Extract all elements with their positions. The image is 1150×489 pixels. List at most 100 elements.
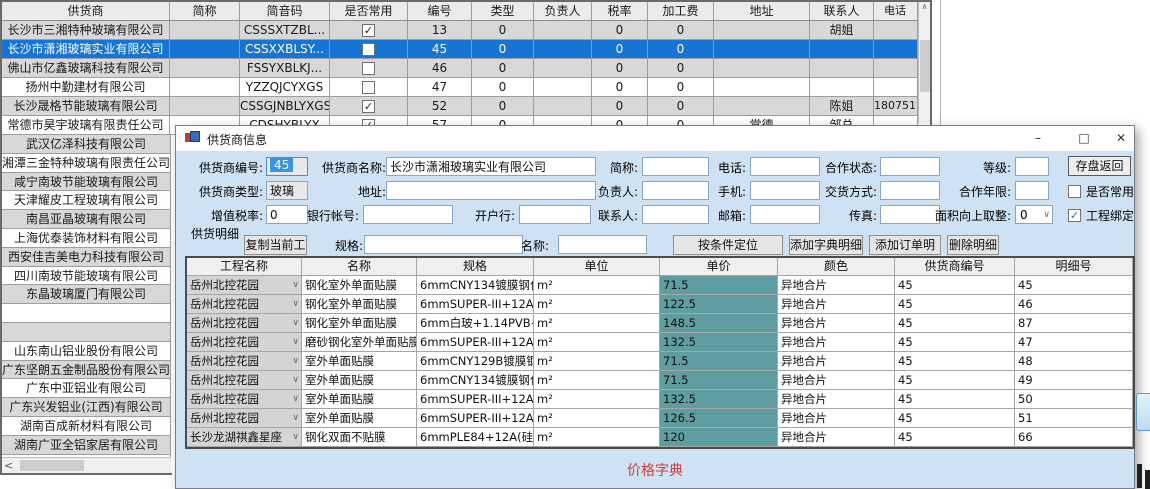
supplier-row[interactable]: 天津耀皮工程玻璃有限公司	[2, 191, 171, 210]
type-cell[interactable]: 0	[472, 78, 534, 97]
supplier-row[interactable]: 上海优泰装饰材料有限公司	[2, 229, 171, 248]
detail-no-cell[interactable]: 48	[1015, 352, 1133, 371]
process-fee-cell[interactable]: 0	[648, 97, 714, 116]
price-cell[interactable]: 71.5	[660, 276, 778, 295]
type-cell[interactable]: 0	[472, 97, 534, 116]
process-fee-cell[interactable]: 0	[648, 78, 714, 97]
supplier-row[interactable]: 南昌亚晶玻璃有限公司	[2, 210, 171, 229]
color-cell[interactable]: 异地合片	[778, 371, 895, 390]
is-common-checkbox-group[interactable]: 是否常用	[1068, 183, 1134, 200]
spec-cell[interactable]: 6mmPLE84+12A(硅酮胶...	[417, 428, 534, 447]
supplier-no-cell[interactable]: 45	[895, 428, 1015, 447]
short-name-cell[interactable]	[170, 78, 240, 97]
col-header-name[interactable]: 名称	[302, 258, 417, 276]
supplier-row[interactable]: 广东兴发铝业(江西)有限公司	[2, 398, 171, 417]
add-order-detail-button[interactable]: 添加订单明细	[869, 235, 941, 255]
name-cell[interactable]: 钢化双面不贴膜	[302, 428, 417, 447]
unit-cell[interactable]: m²	[534, 409, 660, 428]
grade-field[interactable]	[1015, 157, 1049, 176]
color-cell[interactable]: 异地合片	[778, 390, 895, 409]
coop-years-field[interactable]	[1015, 181, 1049, 200]
number-cell[interactable]: 13	[408, 21, 472, 40]
project-combo-cell[interactable]: 岳州北控花园∨	[187, 314, 302, 333]
type-cell[interactable]: 0	[472, 21, 534, 40]
supplier-row[interactable]: 长沙市潇湘玻璃实业有限公司 CSSXXBLSY... 45 0 0 0	[2, 40, 918, 59]
scrollbar-thumb[interactable]	[20, 460, 84, 471]
project-combo-cell[interactable]: 岳州北控花园∨	[187, 409, 302, 428]
spec-filter-input[interactable]	[364, 235, 523, 254]
mobile-field[interactable]	[750, 181, 820, 200]
price-cell[interactable]: 122.5	[660, 295, 778, 314]
supplier-row[interactable]: 山东南山铝业股份有限公司	[2, 342, 171, 361]
minimize-button[interactable]: –	[1016, 126, 1060, 151]
detail-row[interactable]: 长沙龙湖祺鑫星座∨ 钢化双面不贴膜 6mmPLE84+12A(硅酮胶... m²…	[187, 428, 1133, 447]
col-header-tax-rate[interactable]: 税率	[592, 2, 648, 21]
spec-cell[interactable]: 6mmSUPER-III+12A(硅...	[417, 390, 534, 409]
is-common-cell[interactable]	[330, 97, 408, 116]
project-combo-cell[interactable]: 长沙龙湖祺鑫星座∨	[187, 428, 302, 447]
unit-cell[interactable]: m²	[534, 428, 660, 447]
supplier-row[interactable]: 长沙市三湘特种玻璃有限公司 CSSSXTZBL... 13 0 0 0 胡姐	[2, 21, 918, 40]
detail-row[interactable]: 岳州北控花园∨ 室外单面贴膜 6mmSUPER-III+12A(硅... m² …	[187, 409, 1133, 428]
unit-cell[interactable]: m²	[534, 295, 660, 314]
phone-cell[interactable]	[874, 78, 918, 97]
contact-cell[interactable]: 胡姐	[810, 21, 874, 40]
pinyin-code-cell[interactable]: CSSXXBLSY...	[240, 40, 330, 59]
color-cell[interactable]: 异地合片	[778, 352, 895, 371]
supplier-name-cell[interactable]: 长沙市三湘特种玻璃有限公司	[2, 21, 170, 40]
project-bind-checkbox[interactable]: ✓	[1068, 209, 1081, 222]
common-checkbox[interactable]	[362, 43, 375, 56]
process-fee-cell[interactable]: 0	[648, 59, 714, 78]
is-common-checkbox[interactable]	[1068, 185, 1081, 198]
add-dictionary-detail-button[interactable]: 添加字典明细	[789, 235, 863, 255]
col-header-spec[interactable]: 规格	[417, 258, 534, 276]
tax-rate-cell[interactable]: 0	[592, 21, 648, 40]
bank-name-field[interactable]	[519, 205, 591, 224]
col-header-manager[interactable]: 负责人	[534, 2, 592, 21]
spec-cell[interactable]: 6mmCNY134镀膜钢化	[417, 276, 534, 295]
supplier-row[interactable]: 湖南广亚全铝家居有限公司	[2, 436, 171, 455]
supplier-no-cell[interactable]: 45	[895, 371, 1015, 390]
number-cell[interactable]: 47	[408, 78, 472, 97]
manager-cell[interactable]	[534, 21, 592, 40]
is-common-cell[interactable]	[330, 78, 408, 97]
unit-cell[interactable]: m²	[534, 390, 660, 409]
price-cell[interactable]: 71.5	[660, 371, 778, 390]
tax-rate-cell[interactable]: 0	[592, 78, 648, 97]
locate-by-condition-button[interactable]: 按条件定位	[673, 235, 783, 255]
manager-cell[interactable]	[534, 40, 592, 59]
supplier-row[interactable]: 广东坚朗五金制品股份有限公司	[2, 361, 171, 380]
short-name-cell[interactable]	[170, 59, 240, 78]
bank-account-field[interactable]	[363, 205, 453, 224]
address-cell[interactable]	[714, 78, 810, 97]
detail-no-cell[interactable]: 50	[1015, 390, 1133, 409]
col-header-supplier[interactable]: 供货商	[2, 2, 170, 21]
round-up-dropdown[interactable]: 0 ∨	[1015, 205, 1053, 224]
manager-cell[interactable]	[534, 59, 592, 78]
name-cell[interactable]: 室外单面贴膜	[302, 371, 417, 390]
supplier-row[interactable]: 武汉亿泽科技有限公司	[2, 135, 171, 154]
supplier-name-cell[interactable]: 常德市昊宇玻璃有限责任公司	[2, 116, 170, 135]
short-name-cell[interactable]	[170, 21, 240, 40]
is-common-cell[interactable]	[330, 21, 408, 40]
close-button[interactable]: ✕	[1106, 126, 1136, 151]
common-checkbox[interactable]	[362, 24, 375, 37]
supplier-row[interactable]: 湖南百成新材料有限公司	[2, 417, 171, 436]
detail-no-cell[interactable]: 45	[1015, 276, 1133, 295]
detail-row[interactable]: 岳州北控花园∨ 室外单面贴膜 6mmSUPER-III+12A(硅... m² …	[187, 390, 1133, 409]
col-header-is-common[interactable]: 是否常用	[330, 2, 408, 21]
spec-cell[interactable]: 6mmCNY134镀膜钢化	[417, 371, 534, 390]
col-header-pinyin-code[interactable]: 简音码	[240, 2, 330, 21]
delivery-method-field[interactable]	[880, 181, 940, 200]
address-cell[interactable]	[714, 40, 810, 59]
unit-cell[interactable]: m²	[534, 333, 660, 352]
color-cell[interactable]: 异地合片	[778, 409, 895, 428]
short-name-cell[interactable]	[170, 40, 240, 59]
col-header-project[interactable]: 工程名称	[187, 258, 302, 276]
project-combo-cell[interactable]: 岳州北控花园∨	[187, 371, 302, 390]
supplier-row[interactable]: 西安佳吉美电力科技有限公司	[2, 248, 171, 267]
unit-cell[interactable]: m²	[534, 352, 660, 371]
price-cell[interactable]: 148.5	[660, 314, 778, 333]
contact-cell[interactable]	[810, 40, 874, 59]
manager-cell[interactable]	[534, 78, 592, 97]
